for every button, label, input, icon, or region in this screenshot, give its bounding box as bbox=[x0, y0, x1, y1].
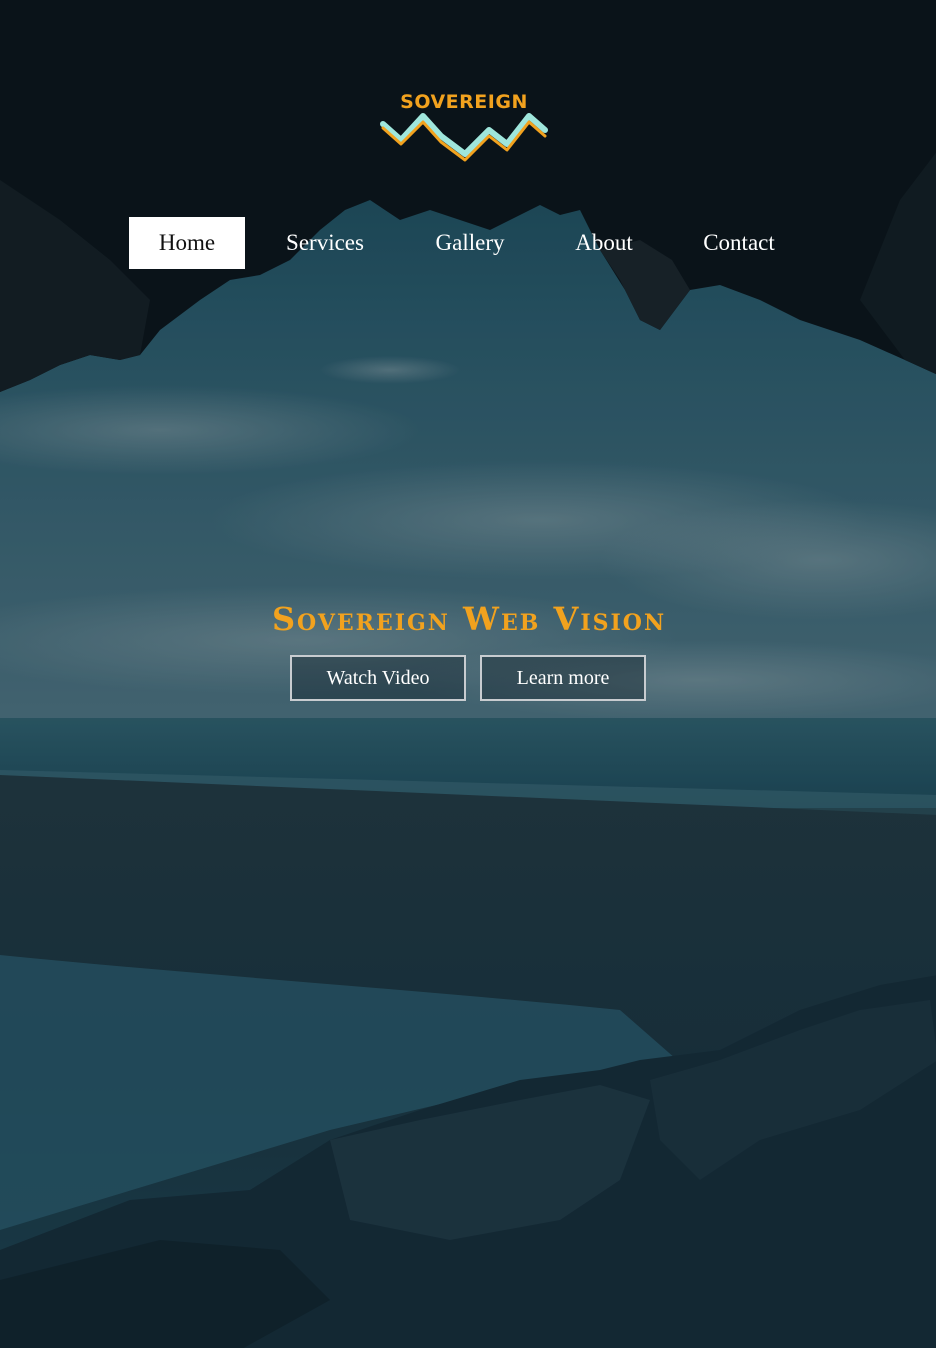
landing-page: SOVEREIGN Home Services Gallery About Co… bbox=[0, 0, 938, 1350]
hero-title: Sovereign Web Vision bbox=[271, 600, 667, 638]
nav-item-services[interactable]: Services bbox=[268, 217, 382, 269]
learn-more-button[interactable]: Learn more bbox=[480, 655, 646, 701]
hero-background-image bbox=[0, 0, 938, 1350]
watch-video-button[interactable]: Watch Video bbox=[290, 655, 466, 701]
nav-item-home[interactable]: Home bbox=[129, 217, 245, 269]
main-nav: Home Services Gallery About Contact bbox=[0, 217, 938, 269]
brand-logo[interactable]: SOVEREIGN bbox=[379, 88, 549, 166]
nav-item-about[interactable]: About bbox=[556, 217, 652, 269]
wave-icon bbox=[380, 113, 548, 162]
nav-item-gallery[interactable]: Gallery bbox=[418, 217, 522, 269]
nav-item-contact[interactable]: Contact bbox=[686, 217, 792, 269]
